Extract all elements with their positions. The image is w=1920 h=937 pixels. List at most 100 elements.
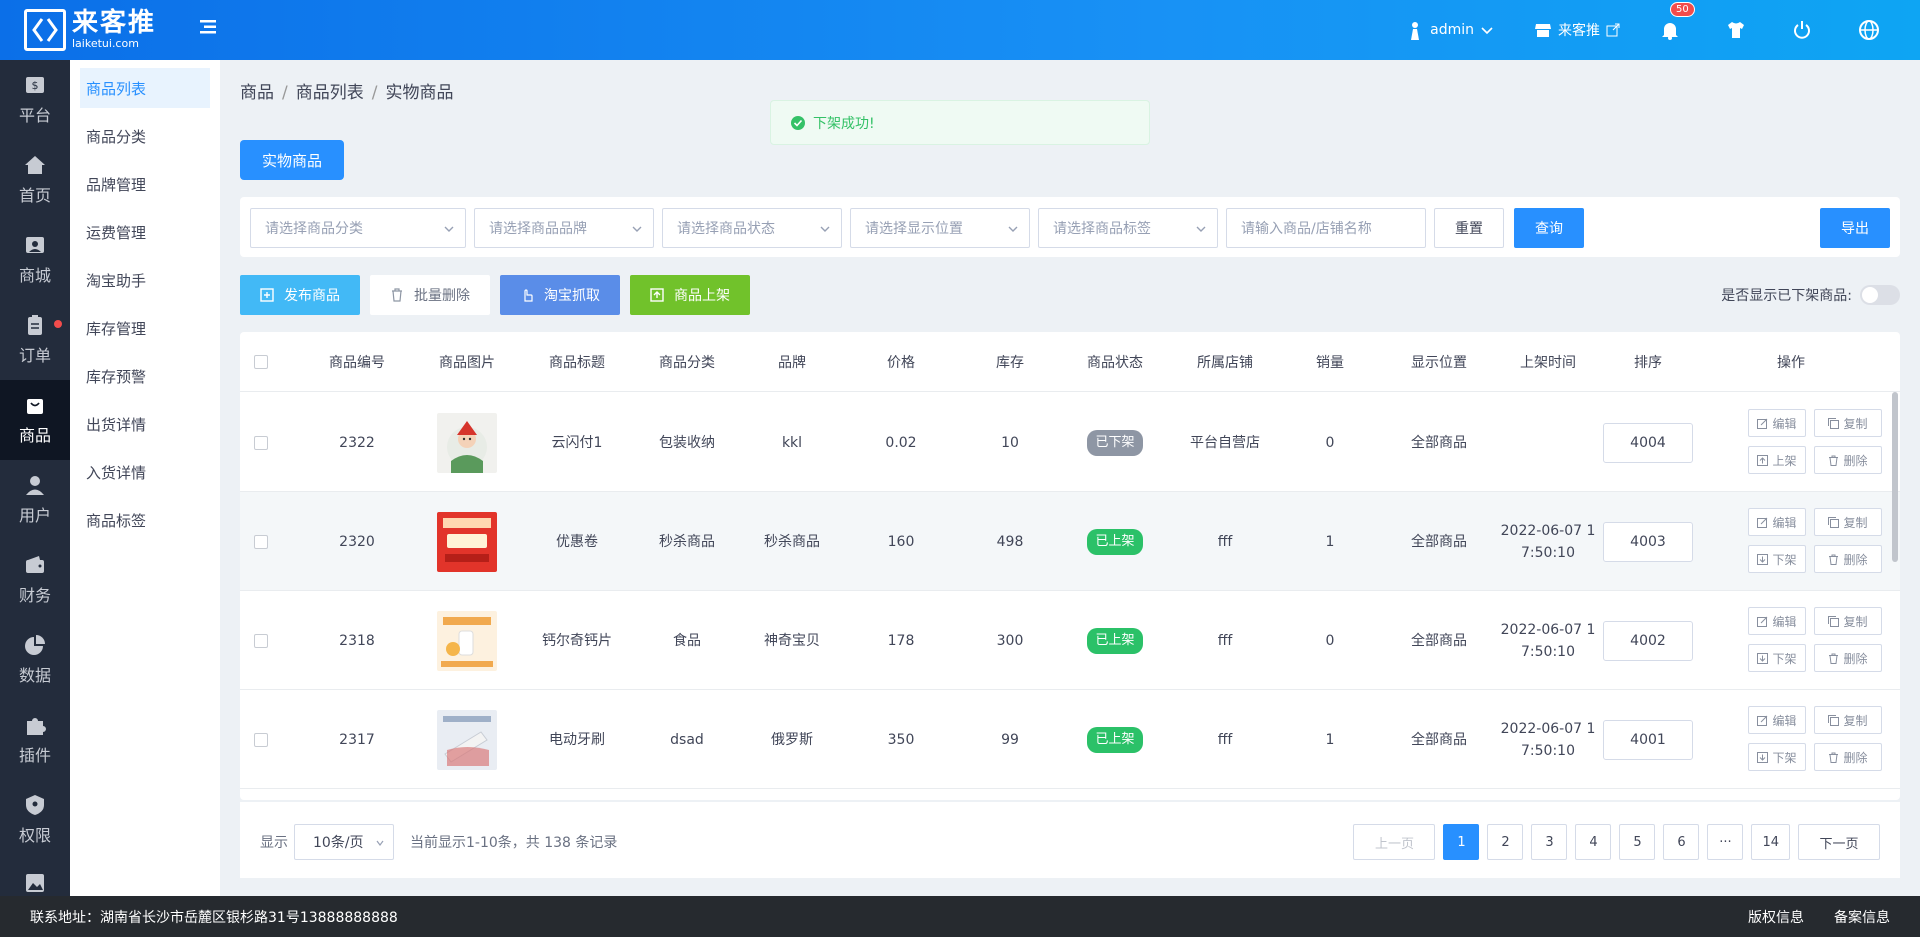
sidebar-item-products[interactable]: 商品 (0, 380, 70, 460)
user-menu[interactable]: admin (1406, 20, 1494, 40)
submenu-item-taobao[interactable]: 淘宝助手 (80, 260, 210, 300)
row-checkbox[interactable] (254, 393, 268, 492)
sidebar-item-home[interactable]: 首页 (0, 140, 70, 220)
tab-physical-goods[interactable]: 实物商品 (240, 140, 344, 180)
query-button[interactable]: 查询 (1514, 208, 1584, 248)
product-image[interactable] (412, 591, 522, 690)
edit-button[interactable]: 编辑 (1748, 409, 1806, 437)
page-button[interactable]: 1 (1443, 824, 1480, 860)
row-checkbox[interactable] (254, 690, 268, 789)
shelf-toggle-label: 下架 (1772, 651, 1797, 666)
submenu-item-shipping[interactable]: 运费管理 (80, 212, 210, 252)
sidebar-item-users[interactable]: 用户 (0, 460, 70, 540)
page-button[interactable]: 2 (1487, 824, 1524, 860)
logo[interactable]: 来客推 laiketui.com (24, 9, 156, 51)
row-checkbox[interactable] (254, 492, 268, 591)
table-scrollbar[interactable] (1892, 392, 1898, 562)
logout-button[interactable] (1792, 20, 1818, 40)
select-all-checkbox[interactable] (254, 354, 268, 369)
show-offline-switch[interactable] (1860, 285, 1900, 305)
page-size-select[interactable]: 10条/页 (294, 824, 394, 860)
page-button[interactable]: 3 (1531, 824, 1568, 860)
page-button[interactable]: 14 (1751, 824, 1790, 860)
sidebar-item-orders[interactable]: 订单 (0, 300, 70, 380)
shelf-toggle-button[interactable]: 下架 (1748, 545, 1806, 573)
shelve-product-button[interactable]: 商品上架 (630, 275, 750, 315)
shelf-toggle-button[interactable]: 上架 (1748, 446, 1806, 474)
brand-select[interactable]: 请选择商品品牌 (474, 208, 654, 248)
search-input[interactable]: 请输入商品/店铺名称 (1226, 208, 1426, 248)
page-button[interactable]: 5 (1619, 824, 1656, 860)
reset-button[interactable]: 重置 (1434, 208, 1504, 248)
shelf-toggle-label: 下架 (1772, 552, 1797, 567)
delete-button[interactable]: 删除 (1814, 545, 1882, 573)
publish-product-button[interactable]: 发布商品 (240, 275, 360, 315)
copy-button[interactable]: 复制 (1814, 706, 1882, 734)
logo-name: 来客推 (72, 8, 157, 38)
sidebar-item-data[interactable]: 数据 (0, 620, 70, 700)
copy-button[interactable]: 复制 (1814, 607, 1882, 635)
menu-toggle-icon[interactable] (198, 17, 220, 39)
sidebar-item-finance[interactable]: 财务 (0, 540, 70, 620)
product-image[interactable] (412, 690, 522, 789)
delete-button[interactable]: 删除 (1814, 644, 1882, 672)
submenu-item-outbound[interactable]: 出货详情 (80, 404, 210, 444)
product-image[interactable] (412, 393, 522, 492)
edit-button[interactable]: 编辑 (1748, 607, 1806, 635)
sidebar-item-permissions[interactable]: 权限 (0, 780, 70, 860)
sidebar-item-plugins[interactable]: 插件 (0, 700, 70, 780)
store-link[interactable]: 来客推 (1534, 20, 1620, 40)
copy-button[interactable]: 复制 (1814, 409, 1882, 437)
sidebar-item-image[interactable] (0, 860, 70, 896)
submenu-item-product-list[interactable]: 商品列表 (80, 68, 210, 108)
page-button[interactable]: 6 (1663, 824, 1700, 860)
col-header: 商品标题 (549, 354, 605, 371)
submenu-item-brand[interactable]: 品牌管理 (80, 164, 210, 204)
sort-input[interactable]: 4002 (1603, 620, 1693, 661)
tag-select[interactable]: 请选择商品标签 (1038, 208, 1218, 248)
status-select[interactable]: 请选择商品状态 (662, 208, 842, 248)
product-price: 0.02 (885, 434, 917, 451)
sidebar-item-mall[interactable]: 商城 (0, 220, 70, 300)
export-button[interactable]: 导出 (1820, 208, 1890, 248)
sort-input[interactable]: 4001 (1603, 719, 1693, 760)
copyright-link[interactable]: 版权信息 (1748, 907, 1804, 927)
batch-delete-button[interactable]: 批量删除 (370, 275, 490, 315)
more-pages-button[interactable]: ··· (1707, 824, 1744, 860)
page-button[interactable]: 4 (1575, 824, 1612, 860)
record-link[interactable]: 备案信息 (1834, 907, 1890, 927)
theme-button[interactable] (1726, 20, 1752, 40)
shelf-toggle-button[interactable]: 下架 (1748, 743, 1806, 771)
sidebar-item-platform[interactable]: $ 平台 (0, 60, 70, 140)
notification-bell[interactable]: 50 (1660, 2, 1695, 40)
row-checkbox[interactable] (254, 591, 268, 690)
prev-page-button[interactable]: 上一页 (1353, 824, 1436, 860)
shelf-toggle-button[interactable]: 下架 (1748, 644, 1806, 672)
sidebar-item-label: 插件 (18, 746, 51, 765)
delete-button[interactable]: 删除 (1814, 743, 1882, 771)
taobao-fetch-button[interactable]: 淘宝抓取 (500, 275, 620, 315)
edit-button[interactable]: 编辑 (1748, 508, 1806, 536)
breadcrumb-item[interactable]: 商品列表 (296, 83, 364, 103)
breadcrumb-item[interactable]: 商品 (240, 83, 274, 103)
chevron-down-icon (444, 226, 454, 232)
next-page-button[interactable]: 下一页 (1798, 824, 1880, 860)
dollar-icon: $ (26, 77, 44, 93)
product-position: 全部商品 (1411, 434, 1467, 451)
edit-label: 编辑 (1772, 416, 1797, 431)
sort-input[interactable]: 4004 (1603, 422, 1693, 463)
product-image[interactable] (412, 492, 522, 591)
submenu-item-inbound[interactable]: 入货详情 (80, 452, 210, 492)
submenu-item-inventory[interactable]: 库存管理 (80, 308, 210, 348)
edit-button[interactable]: 编辑 (1748, 706, 1806, 734)
delete-button[interactable]: 删除 (1814, 446, 1882, 474)
category-select[interactable]: 请选择商品分类 (250, 208, 466, 248)
copy-button[interactable]: 复制 (1814, 508, 1882, 536)
language-button[interactable] (1858, 19, 1886, 41)
sort-input[interactable]: 4003 (1603, 521, 1693, 562)
brand-placeholder: 请选择商品品牌 (489, 221, 587, 237)
submenu-item-tags[interactable]: 商品标签 (80, 500, 210, 540)
submenu-item-product-category[interactable]: 商品分类 (80, 116, 210, 156)
position-select[interactable]: 请选择显示位置 (850, 208, 1030, 248)
submenu-item-stock-alert[interactable]: 库存预警 (80, 356, 210, 396)
